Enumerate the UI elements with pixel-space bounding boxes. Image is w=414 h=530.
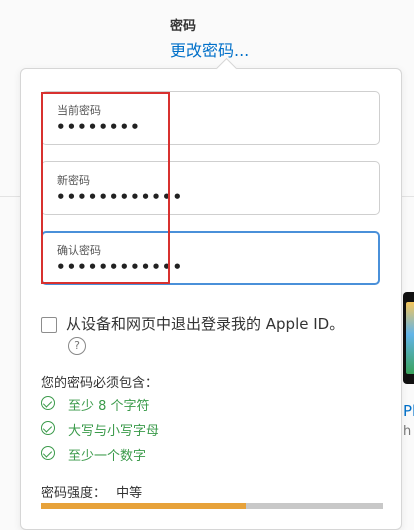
new-password-value: •••••••••••• (56, 188, 184, 206)
requirement-text: 至少一个数字 (68, 449, 147, 464)
new-password-label: 新密码 (57, 174, 90, 187)
signout-checkbox[interactable] (41, 317, 57, 333)
confirm-password-label: 确认密码 (57, 244, 101, 257)
popover-arrow (215, 57, 238, 80)
confirm-password-field[interactable]: 确认密码 •••••••••••• (41, 231, 380, 285)
change-password-link[interactable]: 更改密码... (170, 37, 249, 61)
iphone-image (403, 292, 414, 384)
current-password-field[interactable]: 当前密码 •••••••• (41, 91, 380, 145)
signout-checkbox-label[interactable]: 从设备和网页中退出登录我的 Apple ID。 (66, 313, 344, 334)
check-circle-icon (41, 396, 55, 410)
current-password-value: •••••••• (56, 118, 141, 136)
phone-screen (406, 302, 414, 374)
strength-label-text: 密码强度： (41, 486, 107, 501)
background-divider (0, 196, 20, 197)
requirement-text: 大写与小写字母 (68, 424, 160, 439)
password-strength-fill (41, 503, 247, 509)
current-password-label: 当前密码 (57, 104, 101, 117)
password-strength-meter (41, 503, 383, 509)
background-product-subtext: h (403, 424, 412, 439)
password-strength-label: 密码强度： 中等 (41, 482, 142, 501)
password-section-label: 密码 (170, 19, 197, 34)
background-product-text: Pl (403, 402, 414, 420)
check-circle-icon (41, 421, 55, 435)
confirm-password-value: •••••••••••• (56, 258, 184, 276)
requirement-text: 至少 8 个字符 (68, 399, 150, 414)
help-icon[interactable]: ? (68, 337, 86, 355)
strength-value: 中等 (116, 486, 143, 501)
requirements-title: 您的密码必须包含： (41, 376, 159, 391)
check-circle-icon (41, 446, 55, 460)
new-password-field[interactable]: 新密码 •••••••••••• (41, 161, 380, 215)
background-divider (400, 196, 414, 197)
change-password-popover: 当前密码 •••••••• 新密码 •••••••••••• 确认密码 ••••… (20, 57, 402, 530)
